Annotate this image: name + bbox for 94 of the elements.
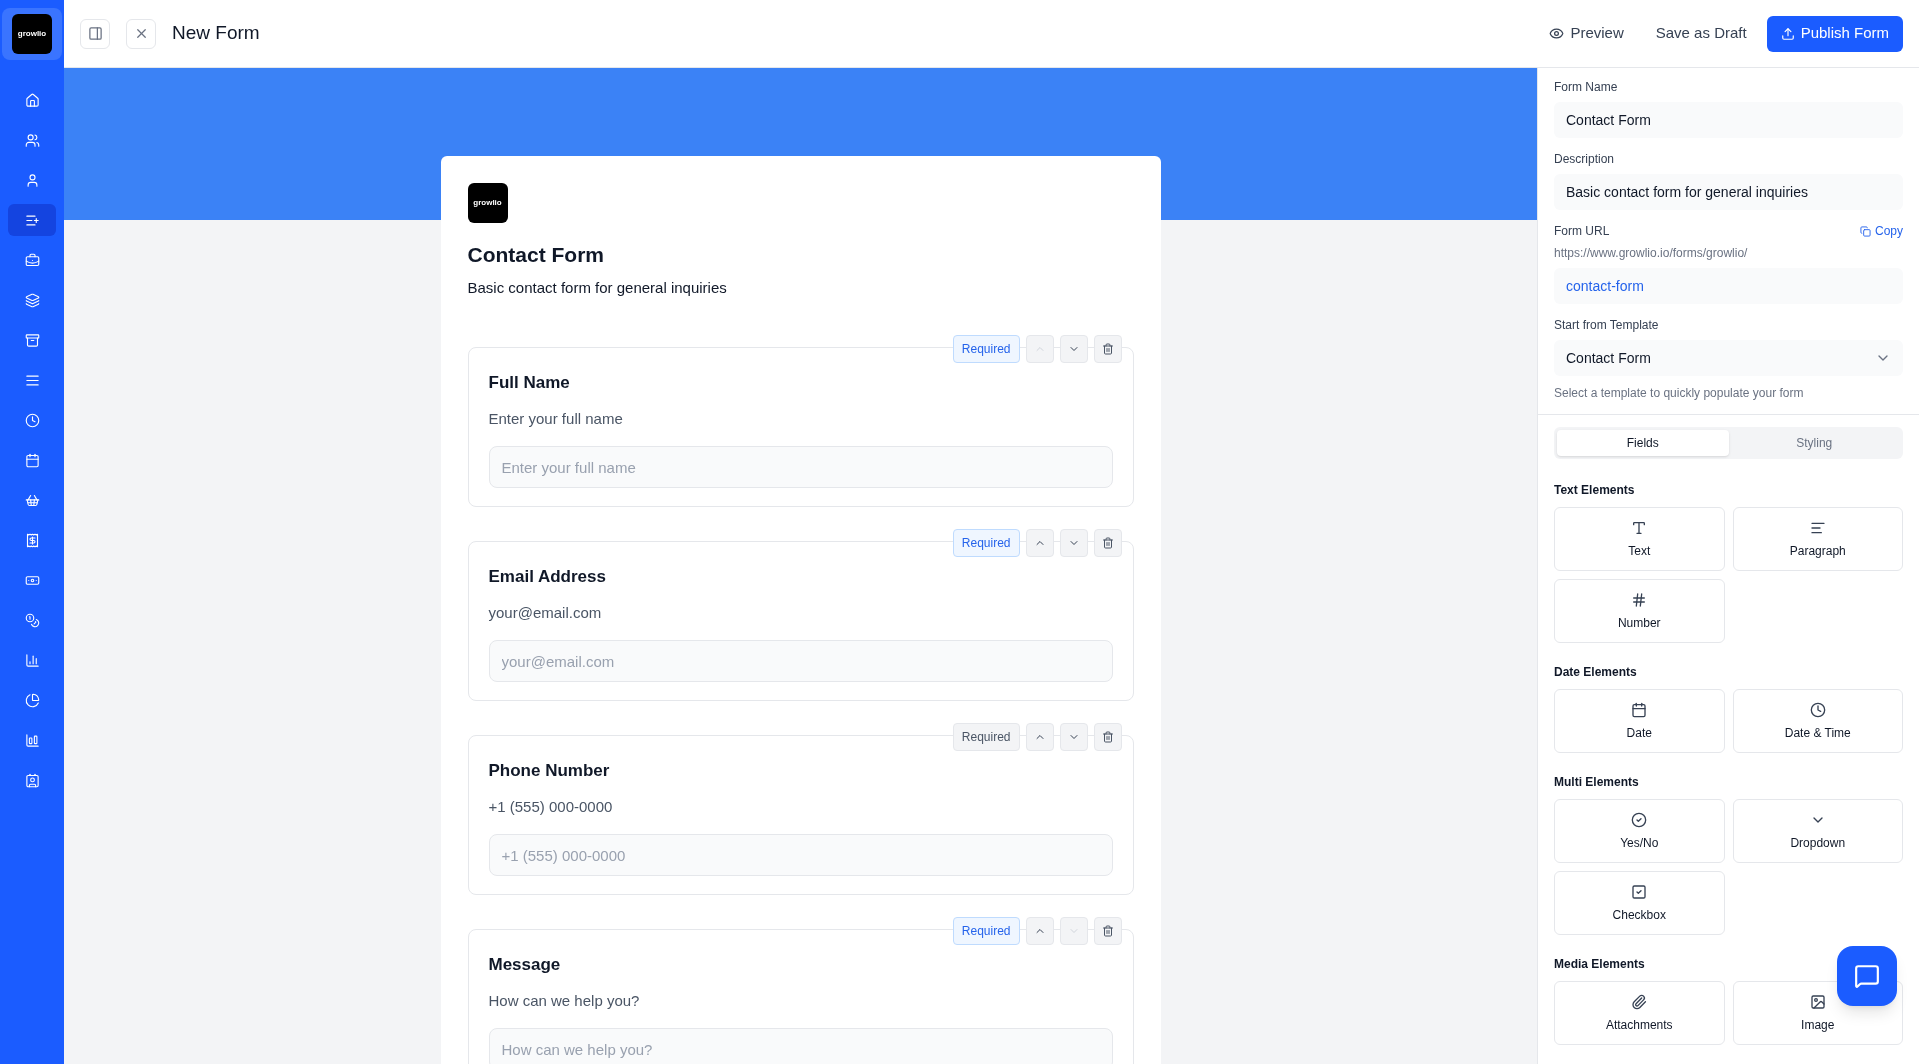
checkbox-icon (1631, 884, 1648, 900)
element-tile[interactable]: Paragraph (1732, 507, 1903, 571)
form-logo-text: growlio (473, 197, 502, 209)
trash-icon (1101, 343, 1114, 355)
field-description: +1 (555) 000-0000 (488, 796, 614, 817)
home-icon (24, 92, 40, 108)
save-draft-button[interactable]: Save as Draft (1643, 15, 1759, 52)
page-title: New Form (172, 21, 260, 46)
trash-icon (1101, 925, 1114, 937)
sidebar-item[interactable] (8, 204, 56, 236)
tab[interactable]: Styling (1728, 430, 1900, 456)
template-select[interactable]: Contact Form (1554, 340, 1903, 376)
publish-button[interactable]: Publish Form (1766, 15, 1903, 52)
form-name-input[interactable]: Contact Form (1554, 102, 1903, 138)
input-field[interactable]: How can we help you? (488, 1028, 1113, 1064)
chat-icon (1854, 963, 1880, 989)
clock-icon (24, 412, 40, 428)
element-tile[interactable]: Number (1554, 579, 1725, 643)
field-label: Phone Number (488, 760, 611, 782)
input-field[interactable]: Enter your full name (488, 446, 1113, 488)
check-circle-icon (1631, 812, 1648, 828)
form-title: Contact Form (467, 242, 605, 268)
copy-icon (1860, 225, 1871, 237)
field-label: Description (1554, 151, 1616, 168)
hash-icon (1631, 592, 1648, 608)
section-heading: Multi Elements (1554, 774, 1639, 791)
calendar-icon (1631, 702, 1648, 718)
text-size-icon (1631, 520, 1648, 536)
delete-button[interactable] (1093, 917, 1122, 945)
clock-icon (1809, 702, 1826, 718)
input-field[interactable]: your@email.com (488, 640, 1113, 682)
pie-chart-icon (24, 692, 40, 708)
section-heading: Date Elements (1554, 664, 1637, 681)
trash-icon (1101, 537, 1114, 549)
paperclip-icon (1631, 994, 1648, 1010)
field-label: Form Name (1554, 79, 1619, 96)
required-toggle[interactable]: Required (952, 529, 1020, 557)
contact-card-icon (24, 772, 40, 788)
coins-icon (24, 612, 40, 628)
field-label: Email Address (488, 566, 607, 588)
trash-icon (1101, 731, 1114, 743)
field-description: Enter your full name (488, 408, 624, 429)
input-field[interactable]: +1 (555) 000-0000 (488, 834, 1113, 876)
layers-icon (24, 292, 40, 308)
briefcase-icon (24, 252, 40, 268)
calendar-icon (24, 452, 40, 468)
field-label: Form URL (1554, 223, 1610, 240)
delete-button[interactable] (1093, 723, 1122, 751)
receipt-icon (24, 532, 40, 548)
template-hint: Select a template to quickly populate your form (1554, 385, 1805, 402)
logo[interactable]: growlio (2, 8, 62, 60)
eye-icon (1549, 26, 1565, 41)
bar-chart-icon (24, 732, 40, 748)
chat-button[interactable] (1837, 946, 1897, 1006)
element-tile[interactable]: Dropdown (1732, 799, 1903, 863)
form-description: Basic contact form for general inquiries (467, 277, 728, 298)
required-toggle[interactable]: Required (952, 723, 1020, 751)
section-heading: Text Elements (1554, 482, 1635, 499)
required-toggle[interactable]: Required (952, 335, 1020, 363)
element-tile[interactable]: Checkbox (1554, 871, 1725, 935)
field-label: Start from Template (1554, 317, 1660, 334)
required-toggle[interactable]: Required (952, 917, 1020, 945)
preview-button[interactable]: Preview (1537, 15, 1636, 52)
section-heading: Media Elements (1554, 956, 1645, 973)
paragraph-icon (1809, 520, 1826, 536)
element-tile[interactable]: Date & Time (1732, 689, 1903, 753)
element-tile[interactable]: Yes/No (1554, 799, 1725, 863)
image-icon (1809, 994, 1826, 1010)
copy-button[interactable]: Copy (1860, 222, 1903, 240)
user-icon (24, 172, 40, 188)
close-button[interactable] (126, 18, 156, 49)
lines-icon (24, 372, 40, 388)
upload-icon (1780, 26, 1795, 41)
field-description: How can we help you? (488, 990, 641, 1011)
element-tile[interactable]: Date (1554, 689, 1725, 753)
users-icon (24, 132, 40, 148)
element-tile[interactable]: Attachments (1554, 981, 1725, 1045)
element-tile[interactable]: Text (1554, 507, 1725, 571)
basket-icon (24, 492, 40, 508)
url-slug-input[interactable]: contact-form (1554, 268, 1903, 304)
delete-button[interactable] (1093, 529, 1122, 557)
archive-icon (24, 332, 40, 348)
bar-chart-icon (24, 652, 40, 668)
tab[interactable]: Fields (1557, 430, 1729, 456)
delete-button[interactable] (1093, 335, 1122, 363)
logo-text: growlio (17, 28, 47, 40)
panel-toggle-button[interactable] (80, 18, 110, 49)
panel-icon (87, 26, 103, 41)
list-plus-icon (24, 212, 40, 228)
field-description: your@email.com (488, 602, 603, 623)
field-label: Full Name (488, 372, 571, 394)
field-label: Message (488, 954, 562, 976)
url-base-text: https://www.growlio.io/forms/growlio/ (1554, 245, 1749, 262)
description-input[interactable]: Basic contact form for general inquiries (1554, 174, 1903, 210)
